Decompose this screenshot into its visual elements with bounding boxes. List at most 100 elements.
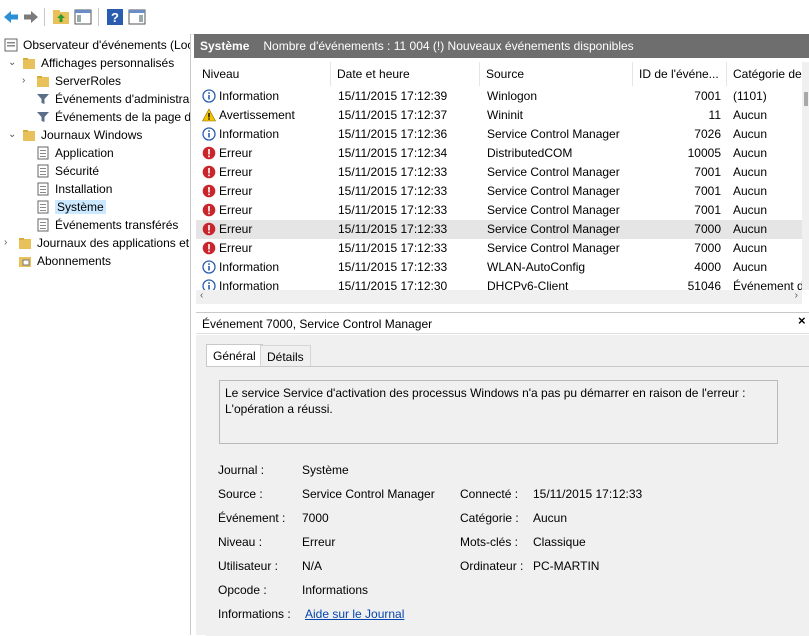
event-source: Service Control Manager [487,127,620,141]
tree-label: Affichages personnalisés [41,56,175,70]
tree-item-page-events[interactable]: Événements de la page d [36,108,190,126]
tree-item-subscriptions[interactable]: Abonnements [18,252,111,270]
tree-item-windows-logs[interactable]: ⌄ Journaux Windows [8,126,142,144]
event-category: Aucun [733,241,768,255]
log-icon [37,146,49,160]
folder-icon [23,58,35,69]
column-header-level[interactable]: Niveau [196,62,331,86]
tree-item-app-logs[interactable]: › Journaux des applications et [4,234,190,252]
event-row[interactable]: Information 15/11/2015 17:12:39 Winlogon 70… [196,87,804,106]
event-id-label: Événement : [218,511,286,525]
tree-label: Système [55,200,106,214]
help-icon[interactable]: ? [106,8,124,26]
event-row[interactable]: Erreur 15/11/2015 17:12:33 Service Control… [196,239,804,258]
tree-label: ServerRoles [55,74,122,88]
warning-icon [202,108,216,122]
event-category: Aucun [733,127,768,141]
event-category: Aucun [733,203,768,217]
connected-label: Connecté : [460,487,519,501]
chevron-down-icon[interactable]: ⌄ [8,54,18,72]
tree-item-system[interactable]: Système [36,198,106,216]
tree-item-application[interactable]: Application [36,144,114,162]
error-icon [202,184,216,198]
event-date: 15/11/2015 17:12:33 [338,165,448,179]
tab-general[interactable]: Général [206,344,263,367]
horizontal-scrollbar[interactable]: ‹ › [196,290,802,304]
event-date: 15/11/2015 17:12:34 [338,146,448,160]
folder-up-icon[interactable] [52,8,70,26]
chevron-right-icon[interactable]: › [4,234,14,252]
tab-details[interactable]: Détails [260,345,311,367]
tree-item-security[interactable]: Sécurité [36,162,99,180]
event-id: 7001 [694,89,721,103]
event-row[interactable]: Erreur 15/11/2015 17:12:33 Service Control… [196,220,804,239]
console-tree: Observateur d'événements (Loc ⌄ Affichag… [0,34,191,635]
back-arrow-icon[interactable] [2,8,20,26]
event-row[interactable]: Information 15/11/2015 17:12:33 WLAN-AutoC… [196,258,804,277]
tree-item-setup[interactable]: Installation [36,180,112,198]
event-level: Erreur [202,220,330,239]
log-icon [37,182,49,196]
event-level: Erreur [202,163,330,182]
event-id: 4000 [694,260,721,274]
forward-arrow-icon[interactable] [22,8,40,26]
chevron-down-icon[interactable]: ⌄ [8,126,18,144]
computer-value: PC-MARTIN [533,559,600,573]
event-source: Service Control Manager [487,184,620,198]
event-row[interactable]: Information 15/11/2015 17:12:36 Service Co… [196,125,804,144]
journal-help-link[interactable]: Aide sur le Journal [305,606,404,622]
tree-item-admin-events[interactable]: Événements d'administra [36,90,189,108]
user-label: Utilisateur : [218,559,279,573]
event-viewer-icon [4,38,18,52]
tree-label: Installation [55,182,113,196]
folder-icon [37,76,49,87]
column-header-date[interactable]: Date et heure [331,62,480,86]
event-category: Aucun [733,184,768,198]
level-value: Erreur [302,535,336,549]
tree-label: Journaux des applications et [37,236,190,250]
event-row[interactable]: Avertissement 15/11/2015 17:12:37 Wininit 1… [196,106,804,125]
event-id: 7001 [694,184,721,198]
log-summary: Nombre d'événements : 11 004 (!) Nouveau… [263,39,634,53]
keywords-label: Mots-clés : [460,535,519,549]
tree-label: Abonnements [37,254,112,268]
console-tree-icon[interactable] [74,8,92,26]
tree-item-root[interactable]: Observateur d'événements (Loc [4,36,190,54]
opcode-value: Informations [302,583,369,597]
event-row[interactable]: Erreur 15/11/2015 17:12:33 Service Control… [196,163,804,182]
tree-label: Application [55,146,114,160]
close-icon[interactable]: × [798,313,806,328]
event-id-value: 7000 [302,511,329,525]
chevron-right-icon[interactable]: › [22,72,32,90]
event-level-label: Information [219,127,280,141]
column-header-category[interactable]: Catégorie de [727,62,807,86]
information-icon [202,89,216,103]
column-header-source[interactable]: Source [480,62,633,86]
folder-icon [19,238,31,249]
event-source: Service Control Manager [487,241,620,255]
event-category: (1101) [733,89,767,103]
scroll-left-icon[interactable]: ‹ [200,290,203,301]
event-level: Erreur [202,201,330,220]
column-header-id[interactable]: ID de l'événe... [633,62,727,86]
keywords-value: Classique [533,535,586,549]
information-icon [202,127,216,141]
scrollbar-thumb[interactable] [804,92,808,106]
event-date: 15/11/2015 17:12:33 [338,203,448,217]
event-row[interactable]: Erreur 15/11/2015 17:12:33 Service Control… [196,182,804,201]
action-pane-icon[interactable] [128,8,146,26]
tree-item-forwarded[interactable]: Événements transférés [36,216,178,234]
tree-item-server-roles[interactable]: › ServerRoles [22,72,122,90]
connected-value: 15/11/2015 17:12:33 [533,487,643,501]
event-level: Erreur [202,144,330,163]
source-value: Service Control Manager [302,487,435,501]
event-row[interactable]: Erreur 15/11/2015 17:12:33 Service Control… [196,201,804,220]
event-id: 7001 [694,165,721,179]
tree-item-custom-views[interactable]: ⌄ Affichages personnalisés [8,54,175,72]
log-icon [37,218,49,232]
tree-label: Événements d'administra [55,92,190,106]
event-level-label: Avertissement [219,108,295,122]
event-source: Service Control Manager [487,165,620,179]
event-row[interactable]: Erreur 15/11/2015 17:12:34 DistributedCOM 1… [196,144,804,163]
scroll-right-icon[interactable]: › [795,290,798,301]
